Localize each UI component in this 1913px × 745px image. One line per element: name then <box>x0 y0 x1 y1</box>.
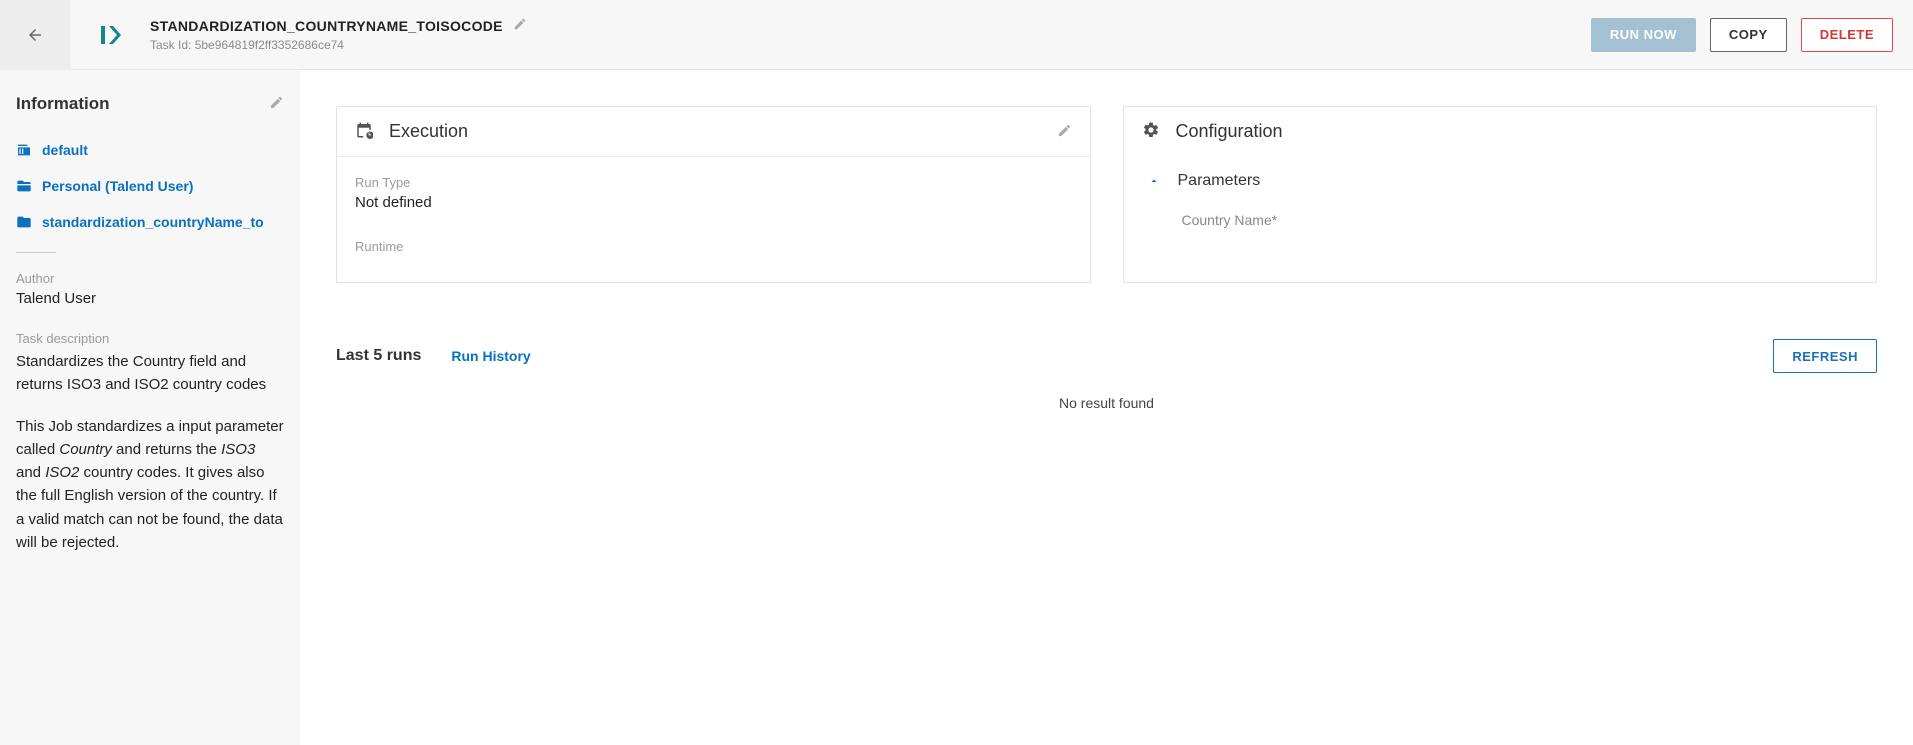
refresh-button[interactable]: REFRESH <box>1773 339 1877 373</box>
run-history-link[interactable]: Run History <box>451 348 530 364</box>
app-header: STANDARDIZATION_COUNTRYNAME_TOISOCODE Ta… <box>0 0 1913 70</box>
sidebar-title: Information <box>16 94 110 114</box>
runtime-label: Runtime <box>355 239 1072 254</box>
sidebar-link-label: Personal (Talend User) <box>42 178 193 194</box>
parameters-toggle[interactable]: Parameters <box>1148 172 1859 190</box>
page-title: STANDARDIZATION_COUNTRYNAME_TOISOCODE <box>150 18 503 34</box>
sidebar-link-environment[interactable]: default <box>16 132 284 168</box>
desc-detail: This Job standardizes a input parameter … <box>16 415 284 555</box>
divider <box>16 252 56 253</box>
author-label: Author <box>16 271 284 286</box>
environment-icon <box>16 142 32 158</box>
configuration-title: Configuration <box>1176 121 1859 142</box>
calendar-clock-icon <box>355 121 373 142</box>
main-content: Execution Run Type Not defined Runtime <box>300 70 1913 745</box>
edit-execution-icon[interactable] <box>1057 123 1072 141</box>
runs-title: Last 5 runs <box>336 347 421 365</box>
configuration-card: Configuration Parameters Country Name* <box>1123 106 1878 283</box>
run-type-value: Not defined <box>355 194 1072 211</box>
run-type-label: Run Type <box>355 175 1072 190</box>
task-id-label: Task Id: <box>150 38 191 52</box>
author-value: Talend User <box>16 290 284 307</box>
execution-title: Execution <box>389 121 1041 142</box>
execution-card: Execution Run Type Not defined Runtime <box>336 106 1091 283</box>
back-button[interactable] <box>0 0 70 70</box>
app-logo <box>90 23 140 47</box>
sidebar-link-label: default <box>42 142 88 158</box>
sidebar-link-label: standardization_countryName_to <box>42 214 264 230</box>
edit-title-icon[interactable] <box>513 17 527 34</box>
no-result-text: No result found <box>336 387 1877 419</box>
copy-button[interactable]: COPY <box>1710 18 1787 52</box>
info-sidebar: Information default Personal (Talend Use… <box>0 70 300 745</box>
workspace-icon <box>16 178 32 194</box>
edit-info-icon[interactable] <box>269 95 284 113</box>
delete-button[interactable]: DELETE <box>1801 18 1893 52</box>
sidebar-link-artifact[interactable]: standardization_countryName_to <box>16 204 284 240</box>
task-id-value: 5be964819f2ff3352686ce74 <box>195 38 344 52</box>
arrow-left-icon <box>26 26 44 44</box>
sidebar-link-workspace[interactable]: Personal (Talend User) <box>16 168 284 204</box>
chevron-up-icon <box>1148 175 1160 187</box>
gear-icon <box>1142 121 1160 142</box>
folder-icon <box>16 214 32 230</box>
run-now-button[interactable]: RUN NOW <box>1591 18 1696 52</box>
desc-summary: Standardizes the Country field and retur… <box>16 350 284 397</box>
desc-label: Task description <box>16 331 284 346</box>
parameter-country-name: Country Name* <box>1182 212 1859 228</box>
parameters-label: Parameters <box>1178 172 1261 190</box>
